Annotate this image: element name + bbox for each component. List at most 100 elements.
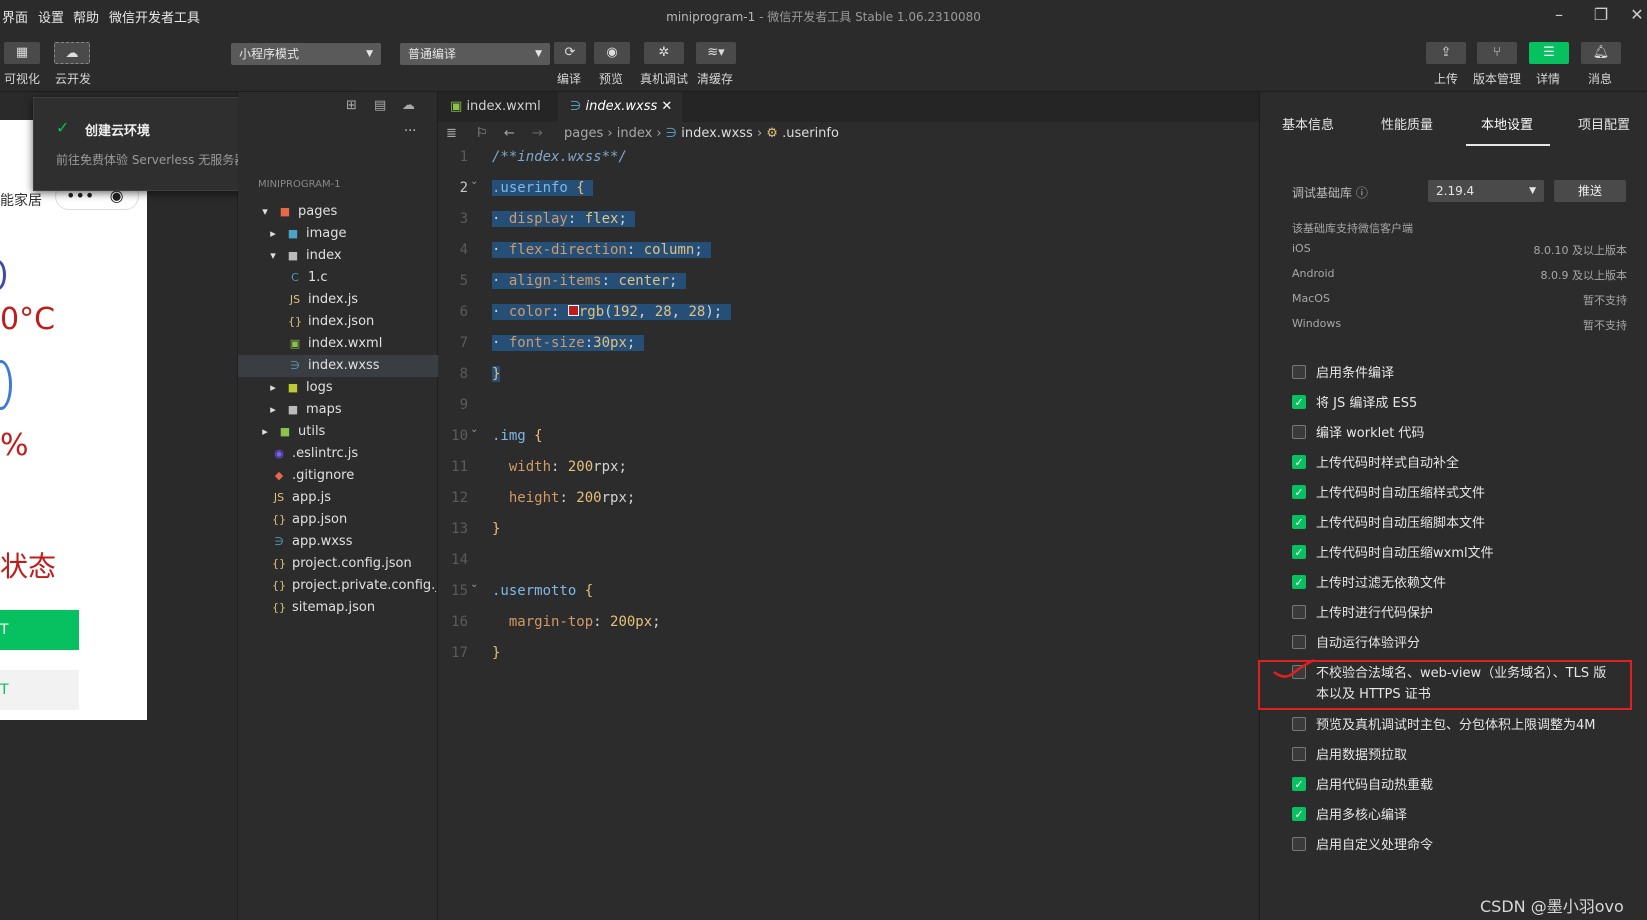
fold-icon[interactable]: ⌄: [470, 579, 478, 590]
tree-item-indexjs[interactable]: JS index.js: [288, 289, 358, 311]
tree-item-maps[interactable]: ▸ ■ maps: [266, 399, 341, 421]
option-label[interactable]: 启用代码自动热重载: [1316, 774, 1433, 793]
menu-devtools[interactable]: 微信开发者工具: [109, 7, 200, 26]
mode-select[interactable]: 小程序模式 ▼: [231, 43, 381, 65]
help-icon[interactable]: ⓘ: [1356, 186, 1368, 200]
option-checkbox[interactable]: ✓: [1292, 807, 1306, 821]
close-window-button[interactable]: ✕: [1626, 4, 1647, 26]
option-label[interactable]: 自动运行体验评分: [1316, 632, 1420, 651]
option-checkbox[interactable]: ✓: [1292, 455, 1306, 469]
option-checkbox[interactable]: ✓: [1292, 485, 1306, 499]
option-label[interactable]: 预览及真机调试时主包、分包体积上限调整为4M: [1316, 714, 1596, 733]
option-label[interactable]: 上传时过滤无依赖文件: [1316, 572, 1446, 591]
real-debug-button[interactable]: ✲: [644, 42, 684, 64]
tree-item-image[interactable]: ▸ ■ image: [266, 223, 346, 245]
menu-settings[interactable]: 设置: [38, 7, 64, 26]
fold-icon[interactable]: ⌄: [470, 424, 478, 435]
version-button[interactable]: ⑂: [1477, 42, 1517, 64]
option-label[interactable]: 启用数据预拉取: [1316, 744, 1407, 763]
tree-item-appjs[interactable]: JS app.js: [272, 487, 331, 509]
option-checkbox[interactable]: [1292, 365, 1306, 379]
option-checkbox[interactable]: [1292, 747, 1306, 761]
tree-item-appwxss[interactable]: ∋ app.wxss: [272, 531, 352, 553]
option-label[interactable]: 上传代码时自动压缩wxml文件: [1316, 542, 1494, 561]
detail-button[interactable]: ☰: [1529, 42, 1569, 64]
visual-button[interactable]: ▦: [4, 42, 40, 64]
tree-item-appjson[interactable]: {} app.json: [272, 509, 347, 531]
option-checkbox[interactable]: ✓: [1292, 575, 1306, 589]
collapse-icon[interactable]: ▤: [374, 98, 386, 113]
option-checkbox[interactable]: [1292, 635, 1306, 649]
tree-item-eslintrc[interactable]: ◉ .eslintrc.js: [272, 443, 358, 465]
menu-help[interactable]: 帮助: [73, 7, 99, 26]
preview-button[interactable]: ◉: [594, 42, 630, 64]
line-number: 9: [459, 397, 468, 413]
new-folder-icon[interactable]: ⊞: [346, 98, 357, 113]
bookmark-icon[interactable]: ⚐: [476, 122, 488, 146]
more-icon[interactable]: ...: [404, 120, 416, 135]
tree-item-projectconfig[interactable]: {} project.config.json: [272, 553, 412, 575]
option-label[interactable]: 将 JS 编译成 ES5: [1316, 392, 1417, 411]
tab-project-config[interactable]: 项目配置: [1578, 114, 1630, 133]
tree-item-indexjson[interactable]: {} index.json: [288, 311, 374, 333]
option-label[interactable]: 编译 worklet 代码: [1316, 422, 1424, 441]
option-label[interactable]: 上传代码时样式自动补全: [1316, 452, 1459, 471]
upload-button[interactable]: ⇪: [1426, 42, 1466, 64]
project-root[interactable]: MINIPROGRAM-1: [258, 179, 341, 190]
option-checkbox[interactable]: [1292, 425, 1306, 439]
color-swatch[interactable]: [567, 305, 579, 316]
close-tab-icon[interactable]: ✕: [661, 99, 672, 114]
option-checkbox[interactable]: [1292, 605, 1306, 619]
option-checkbox[interactable]: [1292, 837, 1306, 851]
minimize-button[interactable]: –: [1548, 4, 1570, 26]
platform-ios-value: 8.0.10 及以上版本: [1533, 244, 1627, 257]
tree-item-logs[interactable]: ▸ ■ logs: [266, 377, 332, 399]
option-checkbox[interactable]: ✓: [1292, 545, 1306, 559]
tab-index-wxml[interactable]: ▣ index.wxml: [438, 92, 558, 122]
tree-item-pages[interactable]: ▾ ■ pages: [258, 201, 337, 223]
clear-cache-button[interactable]: ≋▾: [696, 42, 736, 64]
outline-icon[interactable]: ≣: [446, 122, 457, 146]
code-line-3: · display: flex;: [492, 205, 636, 233]
tree-item-projectprivate[interactable]: {}project.private.config.js...: [272, 575, 436, 597]
tab-local-settings[interactable]: 本地设置: [1481, 114, 1533, 133]
option-label[interactable]: 启用条件编译: [1316, 362, 1394, 381]
line-number: 1: [459, 149, 468, 165]
tab-basic-info[interactable]: 基本信息: [1282, 114, 1334, 133]
maximize-button[interactable]: ❐: [1590, 4, 1612, 26]
message-button[interactable]: 🔔︎: [1581, 42, 1621, 64]
code-line-15: .usermotto {: [492, 583, 594, 599]
option-label[interactable]: 启用自定义处理命令: [1316, 834, 1433, 853]
menu-view[interactable]: 界面: [2, 7, 28, 26]
tab-performance[interactable]: 性能质量: [1381, 114, 1433, 133]
option-checkbox[interactable]: ✓: [1292, 777, 1306, 791]
option-checkbox[interactable]: [1292, 717, 1306, 731]
fold-icon[interactable]: ⌄: [470, 176, 478, 187]
option-checkbox[interactable]: ✓: [1292, 515, 1306, 529]
tree-item-sitemap[interactable]: {} sitemap.json: [272, 597, 375, 619]
tree-item-gitignore[interactable]: ◆ .gitignore: [272, 465, 354, 487]
compile-select[interactable]: 普通编译 ▼: [400, 43, 550, 65]
sim-secondary-button[interactable]: T: [0, 670, 79, 710]
caret-down-icon: ▾: [270, 249, 276, 262]
compile-button[interactable]: ⟳: [554, 42, 586, 64]
tree-item-1c[interactable]: C 1.c: [288, 267, 327, 289]
json-file-icon: {}: [272, 513, 286, 526]
option-label[interactable]: 启用多核心编译: [1316, 804, 1407, 823]
tab-index-wxss[interactable]: ∋ index.wxss ✕: [558, 92, 682, 122]
tree-item-utils[interactable]: ▸ ■ utils: [258, 421, 325, 443]
option-label[interactable]: 上传代码时自动压缩样式文件: [1316, 482, 1485, 501]
option-label[interactable]: 上传代码时自动压缩脚本文件: [1316, 512, 1485, 531]
option-checkbox[interactable]: ✓: [1292, 395, 1306, 409]
cloud-sync-icon[interactable]: ☁: [402, 98, 415, 113]
cloud-button[interactable]: ☁: [54, 42, 90, 64]
option-label[interactable]: 上传时进行代码保护: [1316, 602, 1433, 621]
sim-primary-button[interactable]: T: [0, 610, 79, 650]
branch-icon: ⑂: [1493, 45, 1501, 60]
push-button[interactable]: 推送: [1554, 180, 1626, 202]
simulator-screen[interactable]: 能家居 ••• ◉ 0°C % 状态 T T: [0, 120, 147, 720]
tree-item-index[interactable]: ▾ ■ index: [266, 245, 341, 267]
tree-item-indexwxml[interactable]: ▣ index.wxml: [288, 333, 383, 355]
tree-item-indexwxss[interactable]: ∋ index.wxss: [238, 355, 438, 377]
lib-version-select[interactable]: 2.19.4 ▼: [1428, 180, 1544, 202]
